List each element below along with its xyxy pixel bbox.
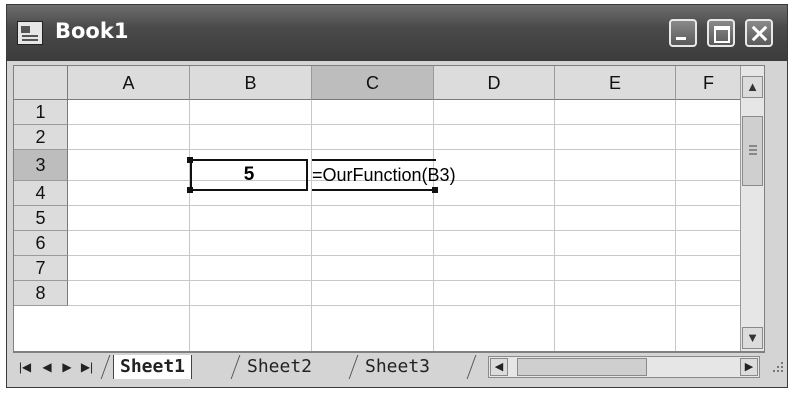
selection-handle[interactable] bbox=[187, 157, 193, 163]
resize-grip-icon[interactable] bbox=[769, 358, 785, 376]
row-header-5[interactable]: 5 bbox=[14, 206, 68, 231]
row-header-7[interactable]: 7 bbox=[14, 256, 68, 281]
last-sheet-icon[interactable]: ▶| bbox=[77, 357, 97, 377]
row-header-2[interactable]: 2 bbox=[14, 125, 68, 150]
spreadsheet-grid[interactable]: A B C D E F 1 2 3 4 5 6 7 8 5 =OurFuncti… bbox=[13, 65, 765, 352]
select-all-corner[interactable] bbox=[14, 66, 68, 100]
tab-sheet2[interactable]: Sheet2 bbox=[241, 355, 318, 379]
tab-divider bbox=[230, 355, 241, 379]
gridline bbox=[68, 280, 764, 281]
first-sheet-icon[interactable]: |◀ bbox=[15, 357, 35, 377]
tab-divider bbox=[348, 355, 359, 379]
cell-b3[interactable]: 5 bbox=[190, 159, 308, 191]
vertical-scrollbar[interactable]: ▲ ▼ bbox=[740, 66, 764, 351]
sheet-tab-bar: |◀ ◀ ▶ ▶| Sheet1 Sheet2 Sheet3 ◀ ▶ bbox=[13, 352, 765, 382]
horizontal-scrollbar[interactable]: ◀ ▶ bbox=[488, 356, 760, 378]
tab-sheet1[interactable]: Sheet1 bbox=[113, 355, 193, 379]
workbook-window: Book1 A B C D E F 1 2 3 4 5 6 7 8 5 =Our… bbox=[6, 4, 788, 388]
gridline bbox=[554, 100, 555, 351]
maximize-button[interactable] bbox=[707, 19, 735, 47]
workbook-icon[interactable] bbox=[17, 21, 43, 45]
cell-c3[interactable]: =OurFunction(B3) bbox=[312, 159, 456, 191]
column-header-f[interactable]: F bbox=[676, 66, 742, 100]
previous-sheet-icon[interactable]: ◀ bbox=[37, 357, 57, 377]
scroll-down-arrow-icon[interactable]: ▼ bbox=[742, 327, 763, 349]
horizontal-scroll-thumb[interactable] bbox=[517, 358, 647, 376]
column-header-a[interactable]: A bbox=[68, 66, 190, 100]
gridline bbox=[68, 230, 764, 231]
row-header-3[interactable]: 3 bbox=[14, 150, 68, 181]
title-bar[interactable]: Book1 bbox=[7, 5, 787, 61]
close-button[interactable] bbox=[745, 19, 773, 47]
scroll-left-arrow-icon[interactable]: ◀ bbox=[490, 358, 508, 376]
gridline bbox=[68, 124, 764, 125]
selection-handle[interactable] bbox=[187, 187, 193, 193]
gridline bbox=[189, 100, 190, 351]
tab-divider bbox=[100, 355, 111, 379]
scroll-up-arrow-icon[interactable]: ▲ bbox=[742, 76, 763, 98]
tab-divider bbox=[466, 355, 477, 379]
scroll-right-arrow-icon[interactable]: ▶ bbox=[740, 358, 758, 376]
tab-sheet3[interactable]: Sheet3 bbox=[359, 355, 436, 379]
column-header-d[interactable]: D bbox=[434, 66, 555, 100]
row-header-1[interactable]: 1 bbox=[14, 100, 68, 125]
window-title: Book1 bbox=[55, 19, 129, 43]
gridline bbox=[68, 149, 764, 150]
vertical-scroll-thumb[interactable] bbox=[742, 116, 763, 186]
gridline bbox=[68, 255, 764, 256]
column-header-c[interactable]: C bbox=[312, 66, 434, 100]
gridline bbox=[311, 100, 312, 351]
row-header-8[interactable]: 8 bbox=[14, 281, 68, 306]
gridline bbox=[675, 100, 676, 351]
row-header-6[interactable]: 6 bbox=[14, 231, 68, 256]
minimize-button[interactable] bbox=[669, 19, 697, 47]
gridline bbox=[433, 100, 434, 351]
column-header-e[interactable]: E bbox=[555, 66, 676, 100]
column-header-b[interactable]: B bbox=[190, 66, 312, 100]
next-sheet-icon[interactable]: ▶ bbox=[57, 357, 77, 377]
gridline bbox=[68, 205, 764, 206]
row-header-4[interactable]: 4 bbox=[14, 181, 68, 206]
gridline bbox=[68, 305, 764, 306]
